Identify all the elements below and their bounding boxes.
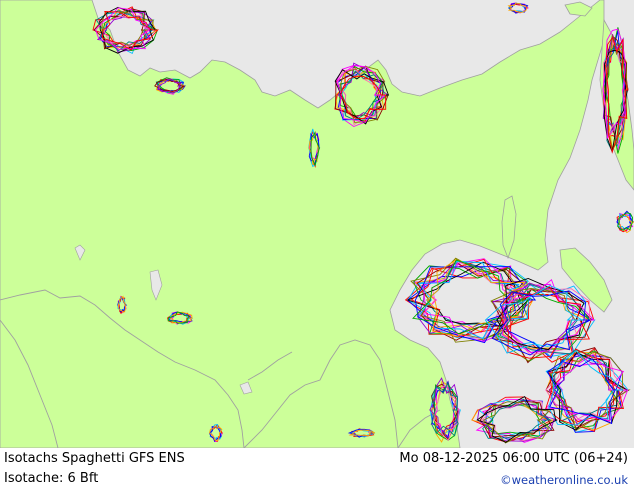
isotach-level: Isotache: 6 Bft — [4, 471, 99, 486]
map-canvas — [0, 0, 634, 448]
map-title: Isotachs Spaghetti GFS ENS — [4, 451, 185, 466]
valid-datetime: Mo 08-12-2025 06:00 UTC (06+24) — [399, 451, 628, 466]
site-credit-link[interactable]: ©weatheronline.co.uk — [500, 472, 628, 488]
footer: Isotachs Spaghetti GFS ENS Mo 08-12-2025… — [0, 448, 634, 490]
map-area — [0, 0, 634, 448]
